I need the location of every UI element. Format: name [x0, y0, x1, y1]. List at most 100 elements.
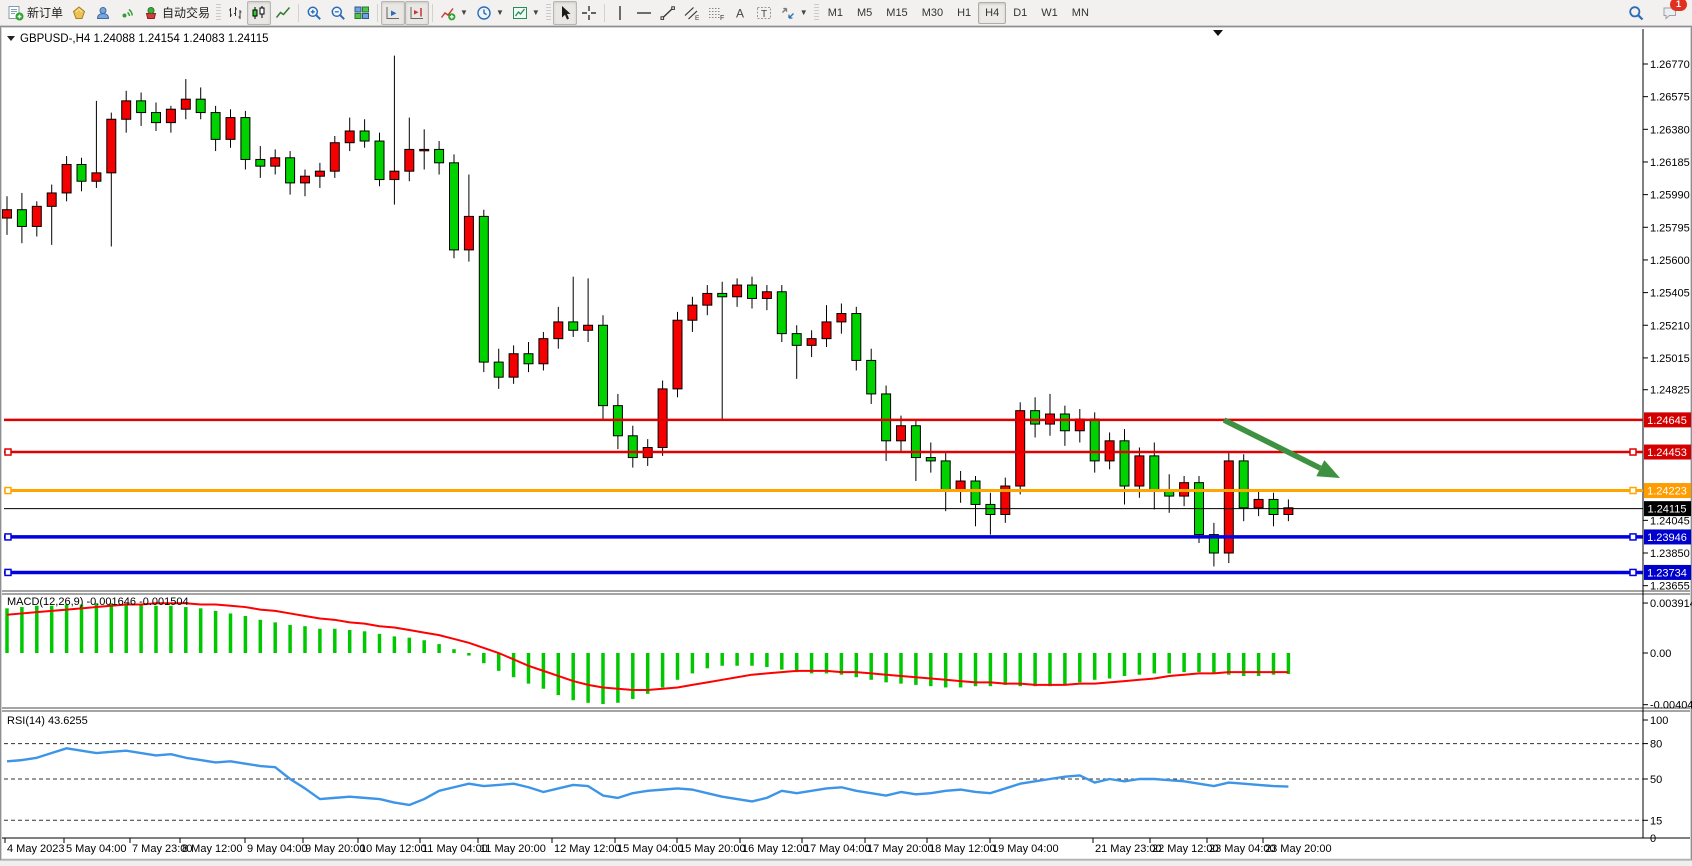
- signals-icon: [119, 5, 135, 21]
- notification-badge: 1: [1670, 0, 1687, 11]
- trendline-icon: [660, 5, 676, 21]
- chevron-down-icon[interactable]: ▼: [800, 8, 808, 17]
- line-handle[interactable]: [1630, 449, 1636, 455]
- toolbar-grip[interactable]: [814, 4, 819, 22]
- auto-trading-button[interactable]: 自动交易: [139, 1, 214, 25]
- svg-text:10 May 12:00: 10 May 12:00: [360, 843, 427, 855]
- svg-text:0: 0: [1650, 833, 1656, 845]
- svg-text:11 May 20:00: 11 May 20:00: [480, 843, 546, 855]
- tile-windows-button[interactable]: [350, 1, 374, 25]
- notifications-button[interactable]: 1: [1658, 1, 1682, 25]
- price-badge-1.23946[interactable]: 1.23946: [1644, 529, 1691, 544]
- svg-text:T: T: [761, 9, 767, 20]
- timeframe-w1-button[interactable]: W1: [1034, 2, 1065, 24]
- search-button[interactable]: [1624, 1, 1648, 25]
- price-badge-1.23734[interactable]: 1.23734: [1644, 565, 1691, 580]
- community-button[interactable]: [91, 1, 115, 25]
- zoom-out-icon: [330, 5, 346, 21]
- text-label-button[interactable]: T: [752, 1, 776, 25]
- candlestick-chart-button[interactable]: [247, 1, 271, 25]
- cursor-icon: [557, 5, 573, 21]
- line-chart-button[interactable]: [271, 1, 295, 25]
- timeframe-h1-button[interactable]: H1: [950, 2, 978, 24]
- svg-text:16 May 12:00: 16 May 12:00: [742, 843, 809, 855]
- toolbar-grip[interactable]: [546, 4, 551, 22]
- toolbar-grip[interactable]: [216, 4, 221, 22]
- macd-label: MACD(12,26,9) -0.001646 -0.001504: [7, 596, 189, 608]
- rsi-pane-label: RSI(14) 43.6255: [7, 715, 88, 727]
- cursor-button[interactable]: [553, 1, 577, 25]
- timeframe-m5-button[interactable]: M5: [850, 2, 879, 24]
- timeframe-m15-button[interactable]: M15: [879, 2, 914, 24]
- text-button[interactable]: A: [728, 1, 752, 25]
- chevron-down-icon[interactable]: ▼: [460, 8, 468, 17]
- line-handle[interactable]: [1630, 569, 1636, 575]
- svg-text:50: 50: [1650, 774, 1662, 786]
- horizontal-line-button[interactable]: [632, 1, 656, 25]
- svg-text:9 May 20:00: 9 May 20:00: [305, 843, 366, 855]
- svg-text:100: 100: [1650, 715, 1668, 727]
- candle: [450, 154, 459, 258]
- svg-text:1.24045: 1.24045: [1650, 515, 1690, 527]
- line-handle[interactable]: [5, 569, 11, 575]
- price-badge-1.24453[interactable]: 1.24453: [1644, 445, 1691, 460]
- svg-text:80: 80: [1650, 739, 1662, 751]
- crosshair-icon: [581, 5, 597, 21]
- candle: [330, 136, 339, 178]
- text-icon: A: [732, 5, 748, 21]
- svg-text:A: A: [736, 6, 744, 20]
- indicators-button[interactable]: ▼: [436, 1, 472, 25]
- zoom-in-button[interactable]: [302, 1, 326, 25]
- equidistant-channel-button[interactable]: E: [680, 1, 704, 25]
- fibonacci-icon: F: [708, 5, 724, 21]
- chevron-down-icon[interactable]: ▼: [532, 8, 540, 17]
- chart-shift-icon: [409, 5, 425, 21]
- svg-text:1.26770: 1.26770: [1650, 59, 1690, 71]
- fibonacci-button[interactable]: F: [704, 1, 728, 25]
- toolbar-separator: [298, 4, 299, 22]
- periods-button[interactable]: ▼: [472, 1, 508, 25]
- chart-canvas[interactable]: 1.267701.265751.263801.261851.259901.257…: [0, 26, 1692, 861]
- timeframe-m1-button[interactable]: M1: [821, 2, 850, 24]
- chart-window: 1.267701.265751.263801.261851.259901.257…: [0, 26, 1692, 861]
- line-handle[interactable]: [5, 534, 11, 540]
- new-order-button[interactable]: 新订单: [4, 1, 67, 25]
- price-badge-1.24223[interactable]: 1.24223: [1644, 483, 1691, 498]
- market-button[interactable]: [67, 1, 91, 25]
- toolbar-separator: [432, 4, 433, 22]
- toolbar-separator: [604, 4, 605, 22]
- trendline-button[interactable]: [656, 1, 680, 25]
- timeframe-h4-button[interactable]: H4: [978, 2, 1006, 24]
- chart-shift-button[interactable]: [405, 1, 429, 25]
- auto-scroll-button[interactable]: [381, 1, 405, 25]
- svg-text:9 May 04:00: 9 May 04:00: [247, 843, 308, 855]
- chevron-down-icon[interactable]: ▼: [496, 8, 504, 17]
- price-badge-1.24645[interactable]: 1.24645: [1644, 412, 1691, 427]
- macd-pane-label: MACD(12,26,9) -0.001646 -0.001504: [7, 596, 189, 608]
- templates-button[interactable]: ▼: [508, 1, 544, 25]
- line-handle[interactable]: [1630, 488, 1636, 494]
- svg-text:1.25210: 1.25210: [1650, 320, 1690, 332]
- templates-icon: [512, 5, 528, 21]
- timeframe-mn-button[interactable]: MN: [1065, 2, 1096, 24]
- line-handle[interactable]: [5, 488, 11, 494]
- bar-chart-button[interactable]: [223, 1, 247, 25]
- svg-text:15: 15: [1650, 815, 1662, 827]
- search-icon: [1628, 5, 1644, 21]
- svg-text:GBPUSD-,H4 1.24088 1.24154 1.: GBPUSD-,H4 1.24088 1.24154 1.24083 1.241…: [20, 33, 269, 45]
- timeframe-d1-button[interactable]: D1: [1006, 2, 1034, 24]
- svg-text:17 May 20:00: 17 May 20:00: [867, 843, 934, 855]
- svg-text:0.003914: 0.003914: [1650, 598, 1692, 610]
- crosshair-button[interactable]: [577, 1, 601, 25]
- svg-text:1.26380: 1.26380: [1650, 124, 1690, 136]
- arrows-shapes-button[interactable]: ▼: [776, 1, 812, 25]
- timeframe-m30-button[interactable]: M30: [915, 2, 950, 24]
- line-handle[interactable]: [5, 449, 11, 455]
- zoom-out-button[interactable]: [326, 1, 350, 25]
- line-handle[interactable]: [1630, 534, 1636, 540]
- signals-button[interactable]: [115, 1, 139, 25]
- market-icon: [71, 5, 87, 21]
- current-price-badge[interactable]: 1.24115: [1644, 501, 1691, 516]
- auto-trading-label: 自动交易: [162, 4, 210, 21]
- vertical-line-button[interactable]: [608, 1, 632, 25]
